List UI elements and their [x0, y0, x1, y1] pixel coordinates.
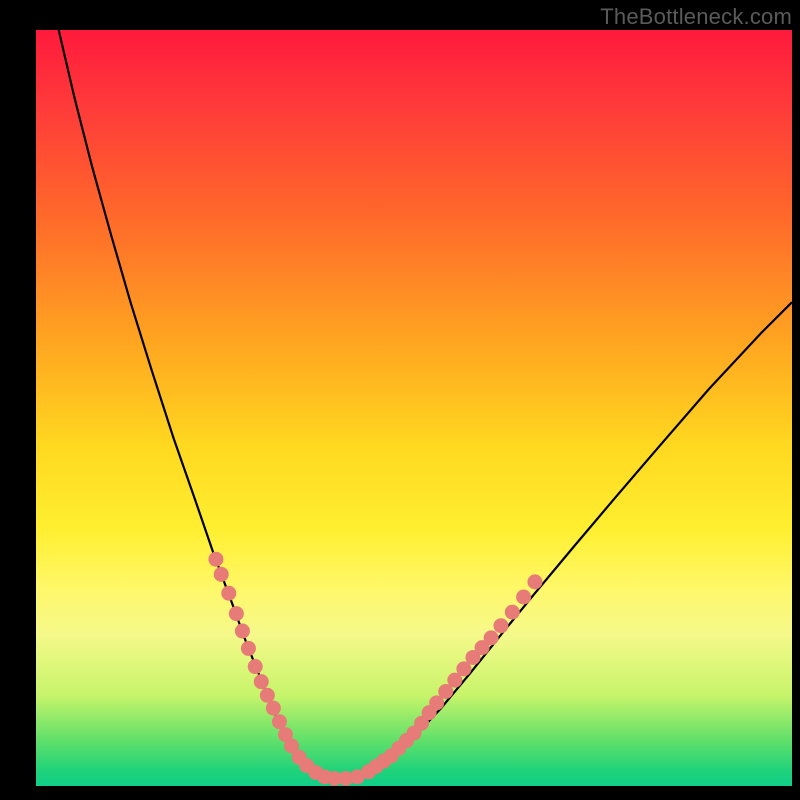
highlight-dot: [439, 685, 453, 699]
bottleneck-curve: [59, 30, 792, 778]
highlight-dot: [505, 605, 519, 619]
highlight-dot: [260, 688, 274, 702]
highlight-dot: [214, 567, 228, 581]
watermark-text: TheBottleneck.com: [600, 4, 792, 30]
highlight-dot: [235, 624, 249, 638]
highlight-dot: [209, 552, 223, 566]
highlight-dot: [484, 631, 498, 645]
highlight-dot: [457, 662, 471, 676]
highlight-dot: [528, 575, 542, 589]
highlight-dot: [272, 715, 286, 729]
highlight-dot: [229, 607, 243, 621]
highlight-dots-group: [209, 552, 542, 785]
highlight-dot: [448, 673, 462, 687]
plot-area: [36, 30, 792, 786]
highlight-dot: [430, 696, 444, 710]
chart-frame: TheBottleneck.com: [0, 0, 800, 800]
chart-svg: [36, 30, 792, 786]
highlight-dot: [222, 586, 236, 600]
highlight-dot: [517, 590, 531, 604]
highlight-dot: [248, 660, 262, 674]
highlight-dot: [266, 701, 280, 715]
highlight-dot: [241, 641, 255, 655]
highlight-dot: [254, 675, 268, 689]
highlight-dot: [494, 619, 508, 633]
